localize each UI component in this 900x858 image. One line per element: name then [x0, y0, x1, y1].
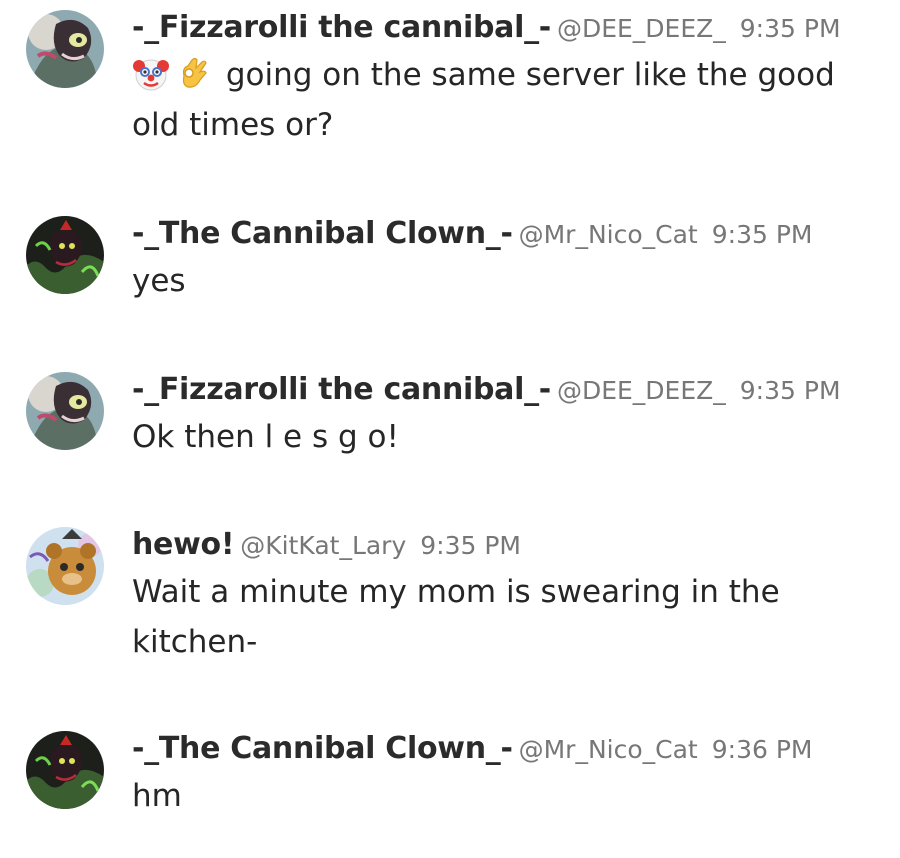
message-text-content: going on the same server like the good o… — [132, 57, 835, 143]
message-time: 9:35 PM — [420, 531, 521, 560]
message-text: hm — [132, 771, 862, 821]
message-text: Wait a minute my mom is swearing in the … — [132, 567, 862, 667]
message-list: -_Fizzarolli the cannibal_- @DEE_DEEZ_ 9:3… — [0, 0, 900, 858]
message-time: 9:35 PM — [711, 220, 813, 249]
message-text-content: Wait a minute my mom is swearing in the … — [132, 574, 780, 660]
message-header: -_The Cannibal Clown_- @Mr_Nico_Cat 9:36 P… — [132, 731, 812, 767]
message-text: going on the same server like the good o… — [132, 50, 862, 150]
message-text-content: yes — [132, 263, 186, 299]
fizzarolli-avatar[interactable] — [26, 10, 104, 88]
author-handle[interactable]: @Mr_Nico_Cat — [519, 735, 698, 764]
author-name[interactable]: -_The Cannibal Clown_- — [132, 216, 513, 251]
author-name[interactable]: -_The Cannibal Clown_- — [132, 731, 513, 766]
message-header: -_Fizzarolli the cannibal_- @DEE_DEEZ_ 9:3… — [132, 372, 841, 408]
author-handle[interactable]: @DEE_DEEZ_ — [557, 376, 726, 405]
clown-face-emoji — [132, 54, 170, 92]
message-time: 9:35 PM — [739, 14, 841, 43]
author-name[interactable]: -_Fizzarolli the cannibal_- — [132, 10, 551, 45]
cannibal-clown-avatar[interactable] — [26, 731, 104, 809]
message-text: yes — [132, 256, 862, 306]
cannibal-clown-avatar[interactable] — [26, 216, 104, 294]
author-handle[interactable]: @KitKat_Lary — [240, 531, 406, 560]
author-handle[interactable]: @Mr_Nico_Cat — [519, 220, 698, 249]
author-name[interactable]: hewo! — [132, 527, 235, 562]
message-time: 9:36 PM — [711, 735, 813, 764]
message-text-content: Ok then l e s g o! — [132, 419, 399, 455]
author-name[interactable]: -_Fizzarolli the cannibal_- — [132, 372, 551, 407]
message-text-content: hm — [132, 778, 182, 814]
message-time: 9:35 PM — [739, 376, 841, 405]
message-header: hewo! @KitKat_Lary 9:35 PM — [132, 527, 521, 563]
message-header: -_The Cannibal Clown_- @Mr_Nico_Cat 9:35 P… — [132, 216, 812, 252]
message-text: Ok then l e s g o! — [132, 412, 862, 462]
animatronic-bear-avatar[interactable] — [26, 527, 104, 605]
fizzarolli-avatar[interactable] — [26, 372, 104, 450]
message-header: -_Fizzarolli the cannibal_- @DEE_DEEZ_ 9:3… — [132, 10, 841, 46]
author-handle[interactable]: @DEE_DEEZ_ — [557, 14, 726, 43]
ok-hand-emoji — [174, 54, 212, 92]
